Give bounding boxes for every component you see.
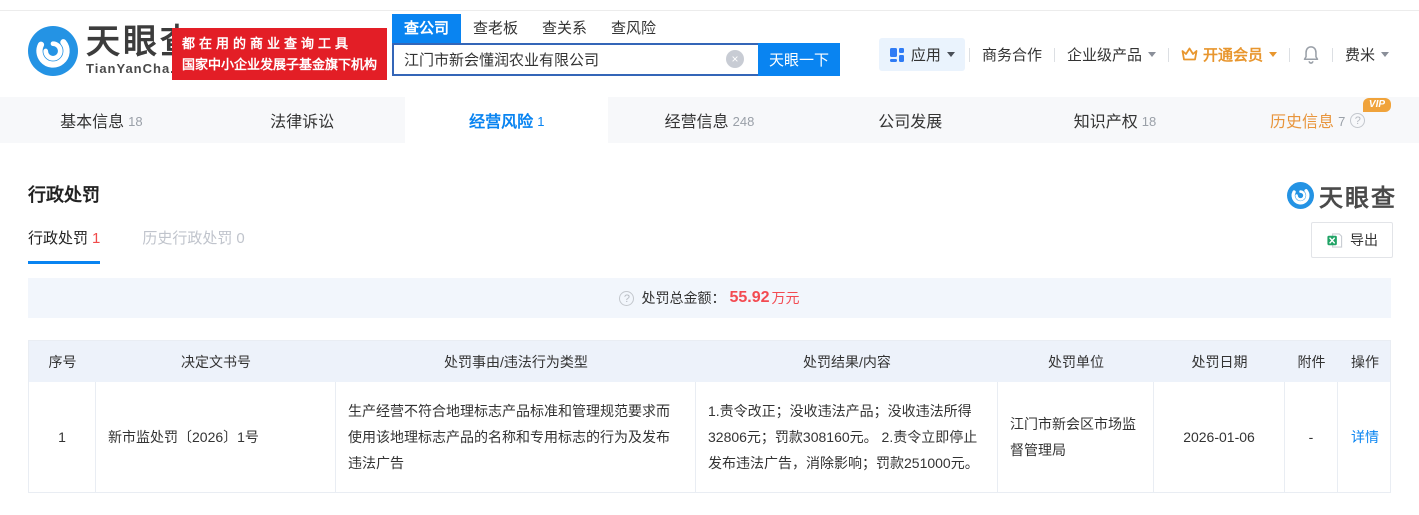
subtab-count: 1 bbox=[92, 230, 101, 247]
export-button[interactable]: 导出 bbox=[1311, 222, 1393, 258]
search-area: 查公司 查老板 查关系 查风险 × 天眼一下 bbox=[392, 14, 840, 76]
clear-search-icon[interactable]: × bbox=[726, 50, 744, 68]
apps-menu[interactable]: 应用 bbox=[878, 38, 965, 71]
top-strip bbox=[0, 0, 1419, 11]
section-title: 行政处罚 bbox=[28, 185, 100, 205]
subtab-count: 0 bbox=[236, 230, 245, 247]
col-header-reason: 处罚事由/违法行为类型 bbox=[444, 353, 588, 370]
subtab-admin-penalty[interactable]: 行政处罚 1 bbox=[28, 227, 101, 264]
tianyancha-watermark-icon bbox=[1287, 182, 1314, 209]
username-label: 费米 bbox=[1344, 47, 1375, 64]
search-tab-company[interactable]: 查公司 bbox=[392, 14, 462, 43]
tab-count: 18 bbox=[1141, 113, 1157, 129]
search-button[interactable]: 天眼一下 bbox=[758, 43, 840, 76]
chevron-down-icon bbox=[1147, 52, 1156, 57]
tab-count: 7 bbox=[1338, 113, 1346, 129]
chevron-down-icon bbox=[1268, 52, 1277, 57]
tab-label: 公司发展 bbox=[878, 114, 943, 131]
tab-label: 经营信息 bbox=[664, 114, 729, 131]
tab-label: 经营风险 bbox=[469, 114, 534, 131]
company-nav-tabs: 基本信息 18 法律诉讼 经营风险 1 经营信息 248 公司发展 知识产权 1… bbox=[0, 97, 1419, 143]
penalty-table: 序号 决定文书号 处罚事由/违法行为类型 处罚结果/内容 处罚单位 处罚日期 附… bbox=[28, 340, 1391, 493]
col-header-action: 操作 bbox=[1351, 353, 1379, 370]
tianyancha-watermark: 天眼查 bbox=[1287, 178, 1397, 213]
penalty-summary-bar: ? 处罚总金额： 55.92 万元 bbox=[28, 278, 1391, 318]
subtab-label: 历史行政处罚 bbox=[142, 230, 233, 247]
tab-intellectual-property[interactable]: 知识产权 18 bbox=[1014, 97, 1217, 143]
business-cooperation-link[interactable]: 商务合作 bbox=[970, 44, 1054, 65]
site-header: 天眼查 TianYanCha.com 都在用的商业查询工具 国家中小企业发展子基… bbox=[0, 11, 1419, 96]
penalty-amount-unit: 万元 bbox=[771, 290, 800, 306]
col-header-date: 处罚日期 bbox=[1191, 353, 1248, 370]
cell-unit: 江门市新会区市场监督管理局 bbox=[998, 382, 1154, 492]
export-label: 导出 bbox=[1350, 232, 1378, 248]
excel-icon bbox=[1327, 232, 1343, 248]
tab-basic-info[interactable]: 基本信息 18 bbox=[0, 97, 203, 143]
header-menu: 应用 商务合作 企业级产品 开通会员 费米 bbox=[878, 38, 1401, 71]
apps-grid-icon bbox=[889, 47, 904, 62]
tab-legal-litigation[interactable]: 法律诉讼 bbox=[203, 97, 406, 143]
tab-company-development[interactable]: 公司发展 bbox=[811, 97, 1014, 143]
col-header-result: 处罚结果/内容 bbox=[803, 353, 891, 370]
cell-index: 1 bbox=[29, 382, 96, 492]
subtab-history-penalty[interactable]: 历史行政处罚 0 bbox=[142, 227, 244, 264]
user-account-menu[interactable]: 费米 bbox=[1333, 44, 1401, 65]
chevron-down-icon bbox=[1381, 52, 1389, 57]
help-question-icon[interactable]: ? bbox=[1350, 112, 1366, 128]
enterprise-products-menu[interactable]: 企业级产品 bbox=[1055, 44, 1168, 65]
tab-business-risk[interactable]: 经营风险 1 bbox=[405, 97, 609, 143]
tab-business-info[interactable]: 经营信息 248 bbox=[608, 97, 811, 143]
table-header-row: 序号 决定文书号 处罚事由/违法行为类型 处罚结果/内容 处罚单位 处罚日期 附… bbox=[28, 340, 1391, 382]
tab-history-info[interactable]: VIP 历史信息 7 ? bbox=[1216, 97, 1419, 143]
search-tab-risk[interactable]: 查风险 bbox=[599, 14, 668, 43]
vip-badge: VIP bbox=[1362, 98, 1392, 112]
tab-label: 法律诉讼 bbox=[270, 114, 335, 131]
help-question-icon[interactable]: ? bbox=[619, 290, 635, 306]
summary-label: 处罚总金额： bbox=[641, 290, 726, 306]
tianyancha-logo-icon bbox=[28, 25, 78, 76]
penalty-subtabs: 行政处罚 1 历史行政处罚 0 bbox=[28, 227, 287, 264]
tab-count: 248 bbox=[732, 113, 755, 129]
tab-count: 1 bbox=[537, 113, 545, 129]
tab-label: 知识产权 bbox=[1073, 114, 1138, 131]
cooperation-label: 商务合作 bbox=[981, 47, 1042, 64]
notifications-bell-icon[interactable] bbox=[1290, 45, 1332, 64]
col-header-doc-no: 决定文书号 bbox=[181, 353, 251, 370]
vip-label: 开通会员 bbox=[1202, 47, 1263, 64]
search-tab-boss[interactable]: 查老板 bbox=[461, 14, 530, 43]
cell-doc-no: 新市监处罚〔2026〕1号 bbox=[96, 382, 336, 492]
col-header-unit: 处罚单位 bbox=[1048, 353, 1104, 370]
slogan-line2: 国家中小企业发展子基金旗下机构 bbox=[182, 57, 378, 72]
apps-label: 应用 bbox=[910, 47, 941, 64]
cell-attachment: - bbox=[1285, 382, 1338, 492]
search-tabs: 查公司 查老板 查关系 查风险 bbox=[392, 14, 840, 43]
table-row: 1 新市监处罚〔2026〕1号 生产经营不符合地理标志产品标准和管理规范要求而使… bbox=[28, 382, 1391, 493]
tab-count: 18 bbox=[128, 113, 143, 129]
cell-result: 1.责令改正；没收违法产品；没收违法所得32806元；罚款308160元。 2.… bbox=[696, 382, 998, 492]
tab-label: 基本信息 bbox=[60, 114, 125, 131]
open-vip-menu[interactable]: 开通会员 bbox=[1169, 44, 1289, 65]
chevron-down-icon bbox=[946, 52, 955, 57]
subtab-label: 行政处罚 bbox=[28, 230, 89, 247]
cell-date: 2026-01-06 bbox=[1154, 382, 1285, 492]
search-tab-relation[interactable]: 查关系 bbox=[530, 14, 599, 43]
tab-label: 历史信息 bbox=[1270, 114, 1335, 131]
penalty-total-amount: 55.92 bbox=[729, 289, 770, 306]
enterprise-label: 企业级产品 bbox=[1066, 47, 1142, 64]
crown-icon bbox=[1181, 47, 1198, 61]
detail-link[interactable]: 详情 bbox=[1351, 424, 1379, 450]
cell-action: 详情 bbox=[1338, 382, 1392, 492]
col-header-index: 序号 bbox=[48, 353, 77, 370]
watermark-text: 天眼查 bbox=[1319, 185, 1397, 212]
slogan-line1: 都在用的商业查询工具 bbox=[182, 36, 353, 51]
search-input[interactable] bbox=[392, 43, 758, 76]
col-header-attachment: 附件 bbox=[1297, 353, 1326, 370]
slogan-badge: 都在用的商业查询工具 国家中小企业发展子基金旗下机构 bbox=[172, 28, 388, 80]
cell-reason: 生产经营不符合地理标志产品标准和管理规范要求而使用该地理标志产品的名称和专用标志… bbox=[336, 382, 696, 492]
